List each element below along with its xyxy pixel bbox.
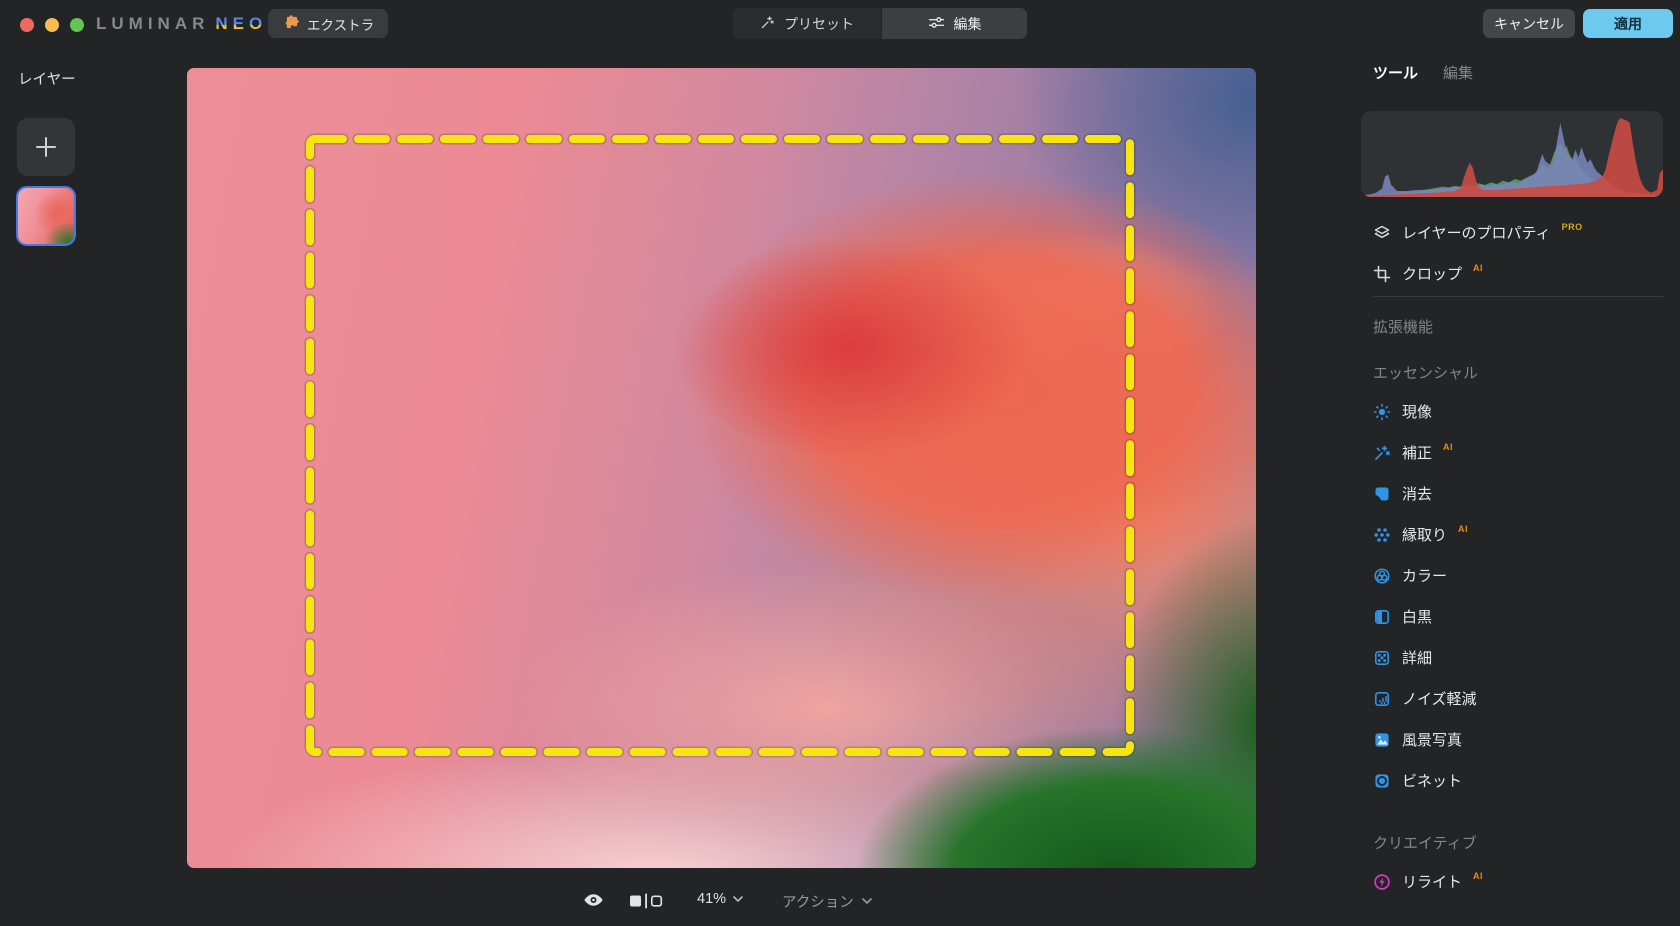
tool-vignette[interactable]: ビネット [1373,760,1673,801]
extras-button[interactable]: エクストラ [268,9,388,38]
tool-layer-properties[interactable]: レイヤーのプロパティ PRO [1373,212,1673,253]
window-minimize-button[interactable] [45,18,59,32]
tool-label: 詳細 [1402,647,1432,668]
develop-sun-icon [1373,403,1391,421]
zoom-level-dropdown[interactable]: 41% [697,891,743,907]
section-essentials: エッセンシャル [1373,345,1673,391]
ai-badge: AI [1473,263,1483,273]
tool-landscape[interactable]: 風景写真 [1373,719,1673,760]
plus-icon [33,134,59,160]
actions-label: アクション [782,891,854,912]
preview-toggle-button[interactable] [583,892,604,913]
tool-label: 現像 [1402,401,1432,422]
sliders-icon [928,15,945,33]
tool-label: クロップ [1402,263,1462,284]
eraser-icon [1373,485,1391,503]
tool-develop[interactable]: 現像 [1373,391,1673,432]
actions-dropdown[interactable]: アクション [782,891,872,912]
ai-badge: AI [1473,871,1483,881]
tool-crop[interactable]: クロップ AI [1373,253,1673,294]
magic-wand-icon [760,15,775,33]
tab-presets[interactable]: プリセット [733,8,881,39]
edit-tab-label: 編集 [954,14,982,34]
tools-list: レイヤーのプロパティ PRO クロップ AI 拡張機能 エッセンシャル 現像 補… [1373,212,1673,902]
app-logo: LUMINAR NEO [96,14,267,34]
relight-bolt-icon [1373,873,1391,891]
tool-label: ノイズ軽減 [1402,688,1477,709]
layers-panel-title: レイヤー [18,68,76,89]
ai-badge: AI [1458,524,1468,534]
enhance-sparkle-icon [1373,444,1391,462]
cancel-button[interactable]: キャンセル [1483,9,1575,38]
tool-label: カラー [1402,565,1447,586]
chevron-down-icon [862,898,872,905]
section-extensions: 拡張機能 [1373,299,1673,345]
selection-shadow [310,139,1130,752]
landscape-photo-icon [1373,731,1391,749]
noise-reduction-icon [1373,690,1391,708]
luminar-neo-window: LUMINAR NEO エクストラ プリセット 編集 キャンセル 適用 [0,0,1680,926]
logo-text-luminar: LUMINAR [96,14,209,33]
black-white-icon [1373,608,1391,626]
extras-label: エクストラ [307,14,374,34]
photo-canvas[interactable] [187,68,1256,868]
tool-label: 消去 [1402,483,1432,504]
chevron-down-icon [733,896,743,903]
vignette-icon [1373,772,1391,790]
layer-thumbnail[interactable] [16,186,76,246]
tool-label: 補正 [1402,442,1432,463]
tool-label: ビネット [1402,770,1462,791]
tool-enhance[interactable]: 補正 AI [1373,432,1673,473]
zoom-level-value: 41% [697,891,726,907]
tool-noise-reduction[interactable]: ノイズ軽減 [1373,678,1673,719]
histogram-panel [1361,111,1663,197]
tool-details[interactable]: 詳細 [1373,637,1673,678]
tab-tools[interactable]: ツール [1373,62,1418,83]
tool-color[interactable]: カラー [1373,555,1673,596]
logo-text-neo: NEO [215,14,267,33]
tool-erase[interactable]: 消去 [1373,473,1673,514]
details-checker-icon [1373,649,1391,667]
tool-label: 縁取り [1402,524,1447,545]
selection-overlay[interactable] [187,68,1256,868]
layers-icon [1373,224,1391,242]
puzzle-icon [282,14,299,34]
presets-tab-label: プリセット [784,14,854,34]
histogram-chart [1361,111,1663,197]
crop-icon [1373,265,1391,283]
tool-structure[interactable]: 縁取り AI [1373,514,1673,555]
window-zoom-button[interactable] [70,18,84,32]
add-layer-button[interactable] [17,118,75,176]
tool-label: リライト [1402,871,1462,892]
compare-icon [629,893,665,909]
pro-badge: PRO [1562,222,1583,232]
ai-badge: AI [1443,442,1453,452]
tool-label: 風景写真 [1402,729,1462,750]
color-wheel-icon [1373,567,1391,585]
structure-dots-icon [1373,526,1391,544]
compare-button[interactable] [629,893,665,914]
right-panel-tabs: ツール 編集 [1373,62,1473,83]
tab-edits[interactable]: 編集 [1443,62,1473,83]
window-close-button[interactable] [20,18,34,32]
tools-separator [1373,296,1663,297]
eye-icon [583,892,604,908]
mode-tabs: プリセット 編集 [733,8,1027,39]
tool-label: 白黒 [1402,606,1432,627]
top-bar: LUMINAR NEO エクストラ プリセット 編集 キャンセル 適用 [0,0,1680,46]
apply-button[interactable]: 適用 [1583,9,1673,38]
tool-relight[interactable]: リライト AI [1373,861,1673,902]
tool-label: レイヤーのプロパティ [1402,222,1551,243]
tool-black-white[interactable]: 白黒 [1373,596,1673,637]
tab-edit[interactable]: 編集 [882,8,1027,39]
selection-rectangle[interactable] [310,139,1130,752]
section-creative: クリエイティブ [1373,801,1673,861]
